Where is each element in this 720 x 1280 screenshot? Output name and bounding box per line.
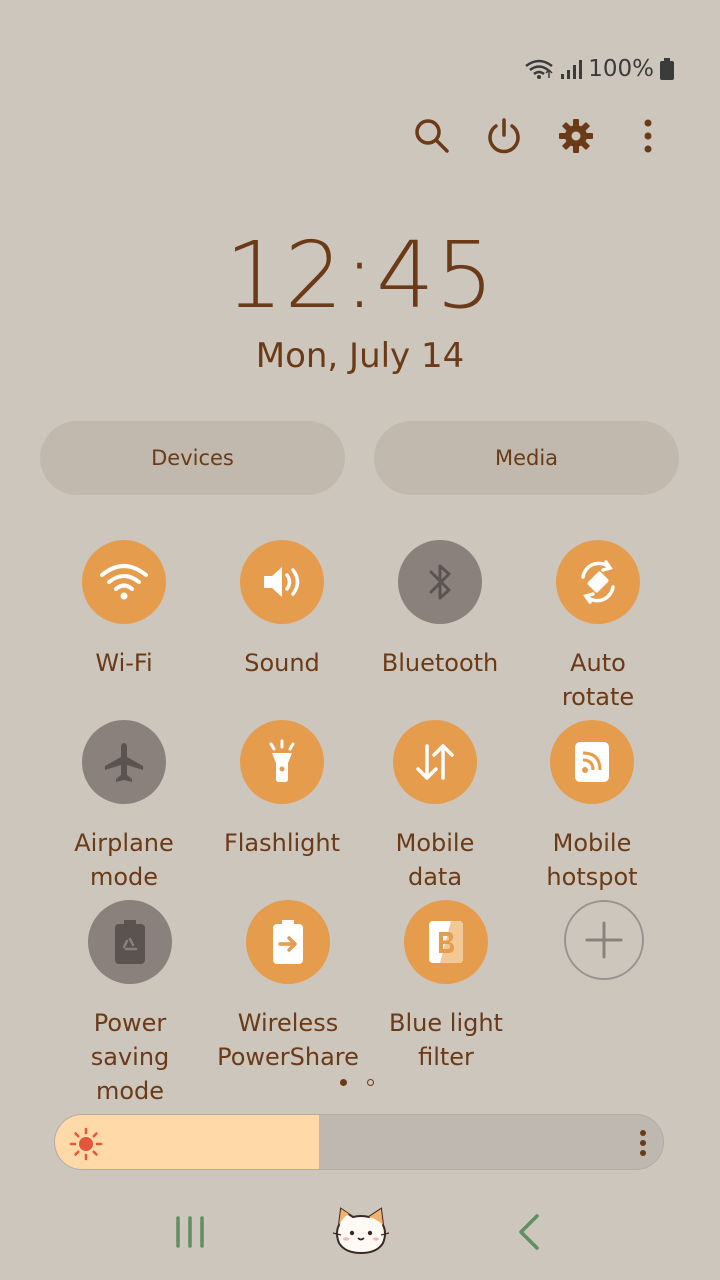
tile-flashlight[interactable]: Flashlight <box>207 720 357 860</box>
more-vert-icon[interactable] <box>612 112 684 160</box>
home-cat-icon[interactable] <box>331 1205 391 1261</box>
recent-apps-icon[interactable] <box>172 1215 208 1253</box>
add-icon <box>564 900 644 980</box>
tile-label: Airplane mode <box>74 829 174 891</box>
wireless-powershare-icon <box>246 900 330 984</box>
tile-wireless-powershare[interactable]: Wireless PowerShare <box>213 900 363 1074</box>
signal-icon <box>560 58 583 80</box>
devices-button[interactable]: Devices <box>40 421 345 495</box>
auto-rotate-icon <box>556 540 640 624</box>
battery-icon <box>660 58 674 80</box>
tile-label: Power saving mode <box>90 1009 170 1105</box>
tile-label: Flashlight <box>223 829 341 857</box>
clock-time[interactable]: 12:45 <box>0 222 720 329</box>
mobile-data-icon <box>393 720 477 804</box>
flashlight-icon <box>240 720 324 804</box>
brightness-more-icon[interactable] <box>639 1129 647 1161</box>
wifi-status-icon <box>524 58 554 80</box>
power-saving-icon <box>88 900 172 984</box>
search-icon[interactable] <box>396 112 468 160</box>
tile-bluetooth[interactable]: Bluetooth <box>365 540 515 680</box>
tile-label: Bluetooth <box>381 649 499 677</box>
tile-mobile-data[interactable]: Mobile data <box>360 720 510 894</box>
tile-wifi[interactable]: Wi-Fi <box>49 540 199 680</box>
tile-power-saving[interactable]: Power saving mode <box>55 900 205 1108</box>
tile-sound[interactable]: Sound <box>207 540 357 680</box>
page-dot-active <box>340 1079 347 1086</box>
tile-add[interactable] <box>529 900 679 980</box>
status-bar: 100% <box>524 56 674 82</box>
blue-light-filter-icon <box>404 900 488 984</box>
power-icon[interactable] <box>468 112 540 160</box>
tile-auto-rotate[interactable]: Auto rotate <box>523 540 673 714</box>
media-button[interactable]: Media <box>374 421 679 495</box>
tile-label: Mobile data <box>395 829 475 891</box>
back-icon[interactable] <box>516 1213 542 1255</box>
tile-airplane-mode[interactable]: Airplane mode <box>49 720 199 894</box>
bluetooth-icon <box>398 540 482 624</box>
settings-icon[interactable] <box>540 112 612 160</box>
tile-label: Wireless PowerShare <box>217 1009 359 1071</box>
airplane-icon <box>82 720 166 804</box>
brightness-slider[interactable] <box>54 1114 664 1170</box>
page-dot-inactive <box>367 1079 374 1086</box>
tile-mobile-hotspot[interactable]: Mobile hotspot <box>517 720 667 894</box>
tile-label: Auto rotate <box>561 649 635 711</box>
navigation-bar <box>0 1195 720 1275</box>
tile-blue-light-filter[interactable]: Blue light filter <box>371 900 521 1074</box>
tile-label: Wi-Fi <box>95 649 153 677</box>
top-actions <box>396 112 684 160</box>
wifi-icon <box>82 540 166 624</box>
tile-label: Blue light filter <box>389 1009 503 1071</box>
page-indicator <box>340 1079 374 1086</box>
volume-icon <box>240 540 324 624</box>
hotspot-icon <box>550 720 634 804</box>
clock-date[interactable]: Mon, July 14 <box>0 336 720 376</box>
tile-label: Sound <box>244 649 320 677</box>
sun-icon <box>69 1127 103 1165</box>
battery-percent: 100% <box>588 56 654 82</box>
tile-label: Mobile hotspot <box>546 829 638 891</box>
